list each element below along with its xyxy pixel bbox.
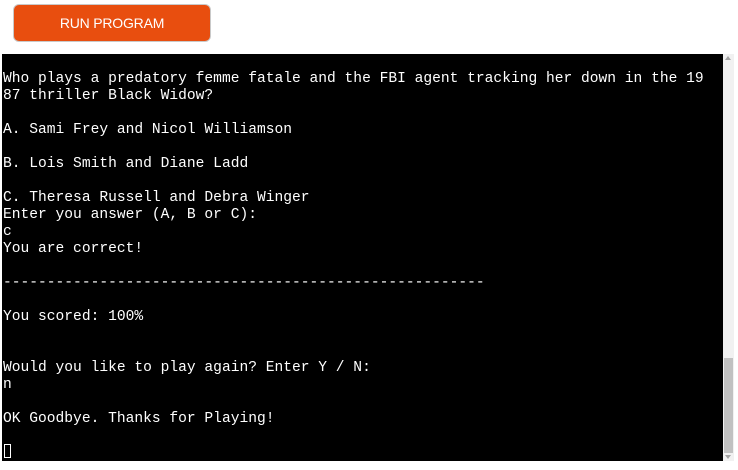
terminal-output[interactable]: Who plays a predatory femme fatale and t… xyxy=(2,54,723,461)
scroll-down-arrow-icon[interactable] xyxy=(725,455,731,459)
terminal-scrollbar[interactable] xyxy=(723,54,734,461)
goodbye-message: OK Goodbye. Thanks for Playing! xyxy=(3,411,275,427)
question-line-1: Who plays a predatory femme fatale and t… xyxy=(3,71,704,87)
answer-prompt: Enter you answer (A, B or C): xyxy=(3,207,257,223)
scroll-up-arrow-icon[interactable] xyxy=(725,56,731,60)
user-answer-input: c xyxy=(3,224,12,240)
scroll-thumb[interactable] xyxy=(724,358,733,453)
question-line-2: 87 thriller Black Widow? xyxy=(3,88,214,104)
play-again-prompt: Would you like to play again? Enter Y / … xyxy=(3,360,371,376)
run-program-button[interactable]: RUN PROGRAM xyxy=(13,4,211,42)
answer-option-c: C. Theresa Russell and Debra Winger xyxy=(3,190,310,206)
separator-line: ----------------------------------------… xyxy=(3,275,485,291)
terminal-cursor xyxy=(4,444,11,458)
answer-option-b: B. Lois Smith and Diane Ladd xyxy=(3,156,249,172)
score-line: You scored: 100% xyxy=(3,309,144,325)
user-play-again-input: n xyxy=(3,377,12,393)
answer-option-a: A. Sami Frey and Nicol Williamson xyxy=(3,122,293,138)
result-message: You are correct! xyxy=(3,241,144,257)
